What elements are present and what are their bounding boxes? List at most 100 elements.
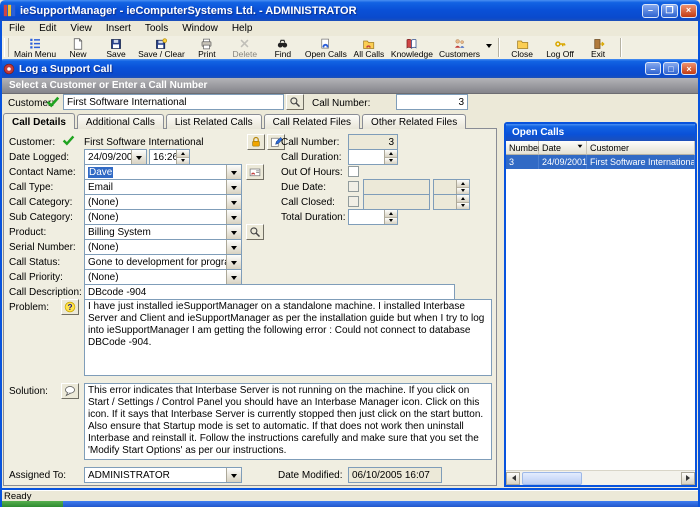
scroll-left-button[interactable]: [506, 472, 520, 485]
column-header-date[interactable]: Date: [539, 141, 587, 155]
problem-help-button[interactable]: ?: [61, 299, 79, 315]
toolbar-find-button[interactable]: Find: [264, 36, 302, 59]
call-closed-checkbox[interactable]: [348, 196, 359, 207]
call-maximize-button[interactable]: □: [663, 62, 679, 75]
toolbar-close-button[interactable]: Close: [503, 36, 541, 59]
customer-search-input[interactable]: [63, 94, 284, 110]
dropdown-arrow-icon[interactable]: [226, 240, 241, 254]
closed-spinner[interactable]: [456, 195, 469, 209]
call-duration-value: [349, 150, 384, 164]
spin-up-icon[interactable]: [457, 195, 469, 203]
toolbar-customers-button[interactable]: Customers: [436, 36, 483, 59]
tab-other-related-files[interactable]: Other Related Files: [362, 114, 466, 129]
toolbar-new-button[interactable]: New: [59, 36, 97, 59]
due-date-field: [363, 179, 430, 195]
lock-customer-button[interactable]: [247, 134, 265, 150]
restore-button[interactable]: ❐: [661, 4, 678, 18]
call-duration-spinner[interactable]: [348, 149, 398, 165]
toolbar-exit-button[interactable]: Exit: [579, 36, 617, 59]
dropdown-arrow-icon[interactable]: [131, 150, 146, 164]
call-priority-combo[interactable]: (None): [84, 269, 242, 285]
menu-insert[interactable]: Insert: [99, 22, 138, 35]
dropdown-arrow-icon[interactable]: [226, 165, 241, 179]
solution-textarea[interactable]: This error indicates that Interbase Serv…: [84, 383, 492, 460]
problem-textarea[interactable]: I have just installed ieSupportManager o…: [84, 299, 492, 376]
toolbar-all-calls-button[interactable]: All Calls: [350, 36, 388, 59]
open-calls-titlebar[interactable]: Open Calls: [506, 124, 695, 141]
spin-up-icon[interactable]: [385, 210, 397, 218]
menu-edit[interactable]: Edit: [32, 22, 63, 35]
call-minimize-button[interactable]: –: [645, 62, 661, 75]
menu-help[interactable]: Help: [225, 22, 260, 35]
spin-up-icon[interactable]: [457, 180, 469, 188]
out-of-hours-checkbox[interactable]: [348, 166, 359, 177]
duration-spinner[interactable]: [384, 150, 397, 164]
time-logged-spinner[interactable]: 16:26: [149, 149, 190, 165]
toolbar-knowledge-button[interactable]: Knowledge: [388, 36, 436, 59]
serial-number-combo[interactable]: (None): [84, 239, 242, 255]
menu-tools[interactable]: Tools: [138, 22, 175, 35]
open-call-row-selected[interactable]: 3 24/09/2001 First Software Internationa…: [506, 155, 695, 169]
dropdown-arrow-icon[interactable]: [226, 180, 241, 194]
close-button[interactable]: ×: [680, 4, 697, 18]
call-closed-time-spinner[interactable]: [433, 194, 470, 210]
scroll-right-button[interactable]: [681, 472, 695, 485]
product-search-button[interactable]: [246, 224, 264, 240]
dropdown-arrow-icon[interactable]: [226, 270, 241, 284]
total-spinner[interactable]: [384, 210, 397, 224]
customer-search-button[interactable]: [286, 94, 304, 110]
spin-up-icon[interactable]: [177, 150, 189, 158]
menu-window[interactable]: Window: [175, 22, 225, 35]
solution-note-button[interactable]: [61, 383, 79, 399]
call-type-combo[interactable]: Email: [84, 179, 242, 195]
product-combo[interactable]: Billing System: [84, 224, 242, 240]
scroll-thumb[interactable]: [522, 472, 582, 485]
date-logged-value: 24/09/2001: [85, 150, 131, 164]
call-status-value: Gone to development for program modifica: [85, 255, 226, 269]
contact-name-combo[interactable]: Dave: [84, 164, 242, 180]
call-close-button[interactable]: ×: [681, 62, 697, 75]
tab-call-related-files[interactable]: Call Related Files: [264, 114, 360, 129]
assigned-to-combo[interactable]: ADMINISTRATOR: [84, 467, 242, 483]
call-status-combo[interactable]: Gone to development for program modifica: [84, 254, 242, 270]
dropdown-arrow-icon[interactable]: [226, 195, 241, 209]
toolbar-main-menu-button[interactable]: Main Menu: [11, 36, 59, 59]
menu-view[interactable]: View: [63, 22, 99, 35]
dropdown-arrow-icon[interactable]: [226, 210, 241, 224]
open-calls-hscrollbar[interactable]: [506, 470, 695, 485]
call-description-input[interactable]: [84, 284, 455, 300]
due-time-spinner[interactable]: [433, 179, 470, 195]
sub-category-combo[interactable]: (None): [84, 209, 242, 225]
customers-dropdown-arrow[interactable]: [483, 36, 495, 59]
total-duration-spinner[interactable]: [348, 209, 398, 225]
call-category-combo[interactable]: (None): [84, 194, 242, 210]
tab-call-details[interactable]: Call Details: [3, 113, 75, 129]
call-number-search-input[interactable]: [396, 94, 468, 110]
spin-up-icon[interactable]: [385, 150, 397, 158]
toolbar-separator: [620, 38, 622, 57]
time-spinner[interactable]: [176, 150, 189, 164]
due-spinner[interactable]: [456, 180, 469, 194]
due-date-checkbox[interactable]: [348, 181, 359, 192]
tab-additional-calls[interactable]: Additional Calls: [77, 114, 164, 129]
toolbar-print-button[interactable]: Print: [188, 36, 226, 59]
dropdown-arrow-icon[interactable]: [226, 225, 241, 239]
dropdown-arrow-icon[interactable]: [226, 468, 241, 482]
menu-file[interactable]: File: [2, 22, 32, 35]
tab-list-related-calls[interactable]: List Related Calls: [166, 114, 262, 129]
contact-details-button[interactable]: [246, 164, 264, 180]
toolbar-drag-handle[interactable]: [4, 38, 9, 57]
column-header-number[interactable]: Number: [506, 141, 539, 155]
toolbar-save-button[interactable]: Save: [97, 36, 135, 59]
toolbar-log-off-button[interactable]: Log Off: [541, 36, 579, 59]
start-button-fragment[interactable]: [0, 501, 63, 507]
spin-down-icon[interactable]: [385, 218, 397, 225]
column-header-customer[interactable]: Customer: [587, 141, 695, 155]
toolbar-open-calls-button[interactable]: Open Calls: [302, 36, 350, 59]
minimize-button[interactable]: –: [642, 4, 659, 18]
date-logged-combo[interactable]: 24/09/2001: [84, 149, 147, 165]
spin-down-icon[interactable]: [457, 203, 469, 210]
toolbar-save-clear-button[interactable]: Save / Clear: [135, 36, 188, 59]
spin-down-icon[interactable]: [385, 158, 397, 165]
dropdown-arrow-icon[interactable]: [226, 255, 241, 269]
